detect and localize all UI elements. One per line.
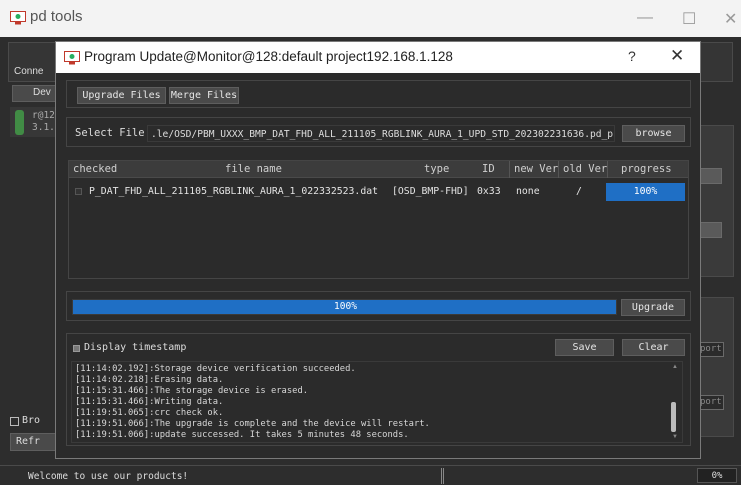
log-line: [11:19:51.065]:crc check ok. bbox=[75, 408, 224, 418]
upgrade-button[interactable]: Upgrade bbox=[621, 299, 685, 316]
minimize-button[interactable]: — bbox=[637, 9, 653, 27]
row-progress-text: 100% bbox=[633, 186, 658, 197]
maximize-button[interactable]: ☐ bbox=[682, 9, 696, 29]
bg-right-button-1[interactable] bbox=[698, 168, 722, 184]
table-row[interactable]: P_DAT_FHD_ALL_211105_RGBLINK_AURA_1_0223… bbox=[69, 183, 688, 201]
tab-group: Upgrade Files Merge Files bbox=[66, 80, 691, 108]
log-line: [11:15:31.466]:The storage device is era… bbox=[75, 386, 309, 396]
file-path-input[interactable]: .le/OSD/PBM_UXXX_BMP_DAT_FHD_ALL_211105_… bbox=[147, 125, 615, 142]
cell-old-ver: / bbox=[576, 186, 582, 197]
col-checked: checked bbox=[73, 163, 118, 175]
close-button[interactable]: ✕ bbox=[724, 9, 737, 29]
overall-progress-text: 100% bbox=[334, 301, 357, 312]
log-text-area[interactable]: [11:14:02.192]:Storage device verificati… bbox=[71, 361, 683, 443]
col-id: ID bbox=[482, 163, 495, 175]
status-message: Welcome to use our products! bbox=[28, 471, 189, 482]
browse-button[interactable]: browse bbox=[622, 125, 685, 142]
bg-tab-connect[interactable]: Conne bbox=[14, 66, 43, 77]
app-icon bbox=[10, 11, 26, 25]
bg-right-button-2[interactable] bbox=[698, 222, 722, 238]
select-file-label: Select File bbox=[75, 127, 145, 139]
bg-browse-label: Bro bbox=[22, 415, 41, 426]
app-title: pd tools bbox=[30, 8, 83, 25]
bg-selected-device[interactable] bbox=[10, 107, 60, 137]
tab-merge-files[interactable]: Merge Files bbox=[169, 87, 239, 104]
scroll-down-arrow-icon[interactable]: ▼ bbox=[672, 434, 678, 440]
scroll-up-arrow-icon[interactable]: ▲ bbox=[672, 364, 678, 370]
cell-id: 0x33 bbox=[477, 186, 501, 197]
tab-upgrade-files[interactable]: Upgrade Files bbox=[77, 87, 166, 104]
app-icon bbox=[64, 51, 80, 65]
bg-refresh-button[interactable]: Refr bbox=[10, 433, 58, 451]
log-line: [11:14:02.218]:Erasing data. bbox=[75, 375, 224, 385]
program-update-dialog: Program Update@Monitor@128:default proje… bbox=[55, 41, 701, 459]
table-header: checked file name type ID new Ver old Ve… bbox=[69, 161, 688, 178]
log-line: [11:15:31.466]:Writing data. bbox=[75, 397, 224, 407]
select-file-group: Select File .le/OSD/PBM_UXXX_BMP_DAT_FHD… bbox=[66, 117, 691, 147]
log-group: Display timestamp Save Clear [11:14:02.1… bbox=[66, 333, 691, 446]
clear-button[interactable]: Clear bbox=[622, 339, 685, 356]
bg-right-panel-1 bbox=[700, 125, 734, 277]
status-progress-percent: 0% bbox=[697, 468, 737, 483]
col-file-name: file name bbox=[225, 163, 282, 175]
status-divider bbox=[441, 468, 444, 484]
main-title-bar: pd tools — ☐ ✕ bbox=[0, 0, 741, 37]
dialog-close-button[interactable]: ✕ bbox=[670, 46, 684, 66]
log-line: [11:19:51.066]:The upgrade is complete a… bbox=[75, 419, 430, 429]
bg-right-panel-2 bbox=[700, 297, 734, 437]
timestamp-checkbox[interactable] bbox=[73, 345, 80, 352]
dialog-title: Program Update@Monitor@128:default proje… bbox=[84, 49, 453, 64]
log-line: [11:14:02.192]:Storage device verificati… bbox=[75, 364, 356, 374]
bg-port-button-1[interactable]: port bbox=[698, 342, 724, 357]
log-scrollbar[interactable]: ▲ ▼ bbox=[668, 364, 680, 442]
col-type: type bbox=[424, 163, 450, 175]
row-checkbox[interactable] bbox=[75, 188, 82, 195]
display-timestamp-label: Display timestamp bbox=[84, 342, 187, 353]
col-old-ver: old Ver bbox=[563, 163, 608, 175]
file-table: checked file name type ID new Ver old Ve… bbox=[68, 160, 689, 279]
status-bar: Welcome to use our products! 0% bbox=[0, 465, 741, 485]
bg-browse-checkbox[interactable] bbox=[10, 417, 19, 426]
scrollbar-thumb[interactable] bbox=[671, 402, 676, 432]
col-new-ver: new Ver bbox=[514, 163, 559, 175]
bg-device-button[interactable]: Dev bbox=[12, 85, 56, 102]
log-line: [11:19:51.066]:update successed. It take… bbox=[75, 430, 409, 440]
cell-file-name: P_DAT_FHD_ALL_211105_RGBLINK_AURA_1_0223… bbox=[89, 186, 379, 197]
help-icon[interactable]: ? bbox=[628, 48, 636, 64]
dialog-title-bar: Program Update@Monitor@128:default proje… bbox=[56, 42, 700, 73]
cell-type: [OSD_BMP-FHD] bbox=[392, 186, 469, 197]
col-progress: progress bbox=[621, 163, 672, 175]
overall-progress-bar: 100% bbox=[72, 299, 617, 315]
overall-progress-group: 100% Upgrade bbox=[66, 291, 691, 321]
cell-new-ver: none bbox=[516, 186, 540, 197]
row-progress-bar: 100% bbox=[606, 183, 685, 201]
save-button[interactable]: Save bbox=[555, 339, 614, 356]
bg-port-button-2[interactable]: port bbox=[698, 395, 724, 410]
